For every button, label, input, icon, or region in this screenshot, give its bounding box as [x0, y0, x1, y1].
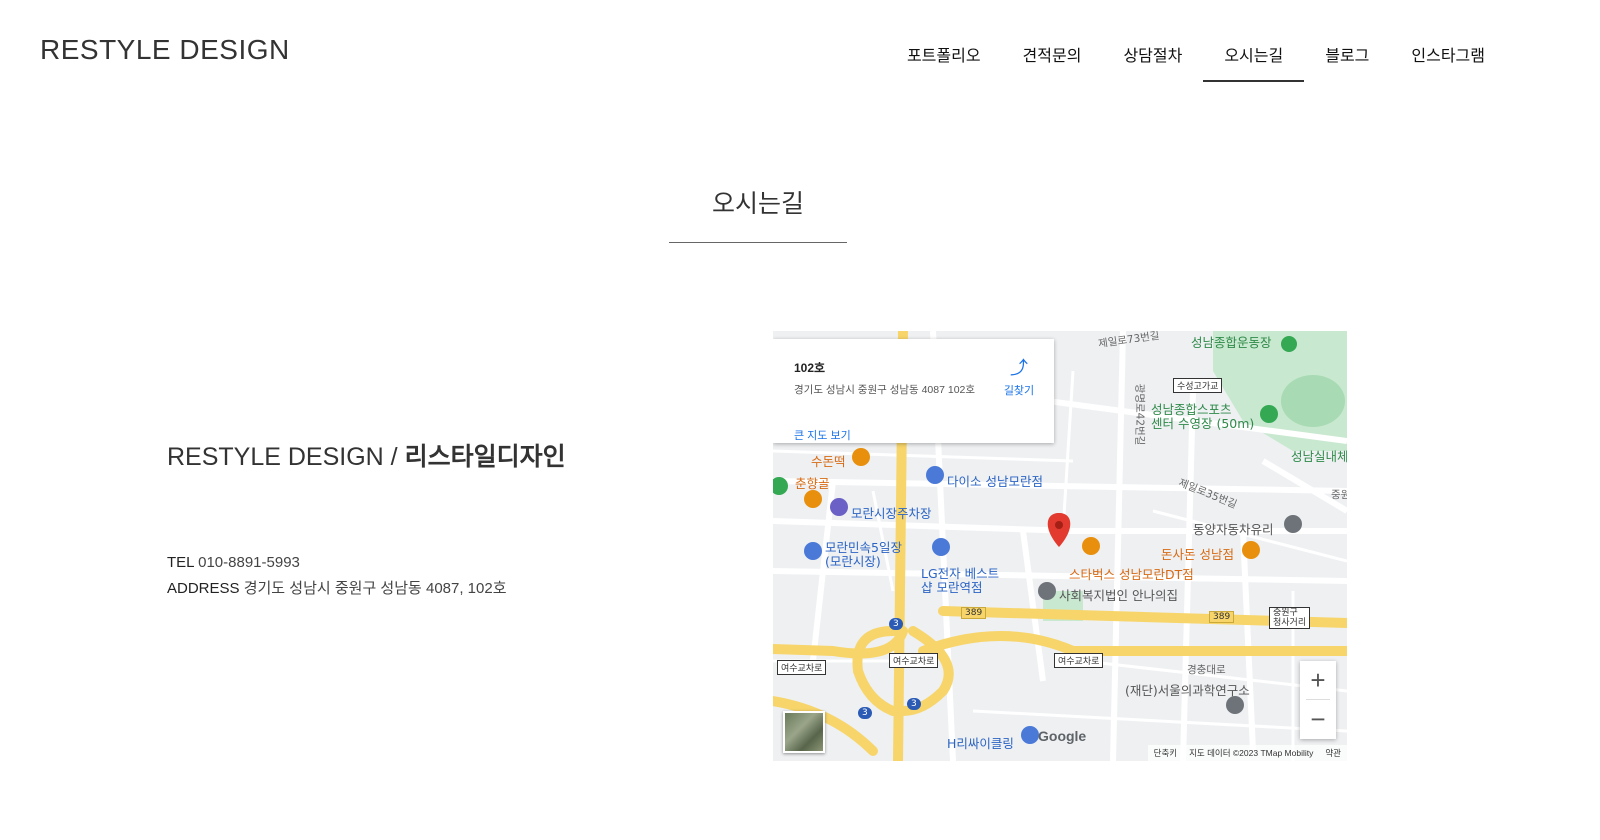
zoom-control: + − [1300, 661, 1336, 739]
map-label-donsadon: 돈사돈 성남점 [1161, 547, 1234, 562]
map-label-starbucks: 스타벅스 성남모란DT점 [1069, 567, 1194, 582]
map-label-box-yeosu2: 여수교차로 [889, 653, 939, 668]
site-logo[interactable]: RESTYLE DESIGN [40, 34, 290, 66]
map-label-institute: (재단)서울의과학연구소 [1125, 683, 1250, 698]
tel-value: 010-8891-5993 [198, 554, 300, 571]
tel-label: TEL [167, 554, 194, 571]
nav-item-blog[interactable]: 블로그 [1304, 38, 1390, 82]
map-data-attribution: 지도 데이터 ©2023 TMap Mobility [1189, 748, 1314, 758]
address-value: 경기도 성남시 중원구 성남동 4087, 102호 [243, 580, 507, 597]
map-label-sports-complex: 성남종합운동장 [1191, 335, 1272, 350]
nav-item-directions[interactable]: 오시는길 [1203, 38, 1305, 82]
directions-icon: ⤴ [1010, 358, 1028, 378]
page-title: 오시는길 [711, 190, 804, 218]
map-label-social: 사회복지법인 안나의집 [1059, 588, 1178, 603]
address-label: ADDRESS [167, 580, 240, 597]
title-divider [669, 242, 847, 243]
nav-item-portfolio[interactable]: 포트폴리오 [886, 38, 1002, 82]
nav-item-consult-process[interactable]: 상담절차 [1102, 38, 1203, 82]
google-map[interactable]: 성남종합운동장 성남종합스포츠 센터 수영장 (50m) 성남실내체 수돈떡 춘… [773, 331, 1347, 761]
map-label-market: 모란민속5일장 (모란시장) [825, 540, 902, 569]
company-name-en: RESTYLE DESIGN / [167, 443, 405, 471]
map-label-box-yeosu1: 여수교차로 [777, 660, 827, 675]
map-label-chunhyang: 춘향골 [795, 476, 830, 491]
info-card-address: 경기도 성남시 중원구 성남동 4087 102호 [794, 384, 976, 396]
directions-label: 길찾기 [1003, 385, 1035, 397]
company-name-ko: 리스타일디자인 [404, 443, 566, 471]
map-label-route-3b: 3 [907, 698, 921, 710]
map-footer: 단축키 지도 데이터 ©2023 TMap Mobility 약관 [1147, 745, 1347, 761]
map-label-route-389b: 389 [1209, 611, 1235, 623]
map-label-indoor: 성남실내체 [1291, 449, 1347, 464]
map-label-parking: 모란시장주차장 [851, 506, 932, 521]
zoom-out-button[interactable]: − [1300, 700, 1336, 738]
address-line: ADDRESS 경기도 성남시 중원구 성남동 4087, 102호 [167, 576, 507, 602]
google-logo: Google [1038, 728, 1087, 744]
map-label-road-42: 광명로42번길 [1133, 383, 1146, 446]
map-label-jungwon: 중원도 [1331, 489, 1347, 501]
map-label-box-jungwon: 중원구 청사거리 [1269, 607, 1311, 629]
map-label-gyeongchung: 경충대로 [1187, 664, 1226, 676]
map-label-pool: 성남종합스포츠 센터 수영장 (50m) [1151, 402, 1255, 431]
map-label-route-3c: 3 [858, 707, 872, 719]
map-info-card: 102호 경기도 성남시 중원구 성남동 4087 102호 큰 지도 보기 ⤴… [773, 339, 1054, 443]
map-label-dongyang: 동양자동차유리 [1193, 522, 1274, 537]
map-label-sudonduk: 수돈떡 [811, 454, 846, 469]
main-nav: 포트폴리오 견적문의 상담절차 오시는길 블로그 인스타그램 [886, 38, 1506, 82]
company-name: RESTYLE DESIGN / 리스타일디자인 [167, 437, 566, 473]
map-label-route-389a: 389 [961, 607, 987, 619]
zoom-in-button[interactable]: + [1300, 661, 1336, 699]
satellite-toggle[interactable] [783, 711, 825, 753]
view-larger-map-link[interactable]: 큰 지도 보기 [794, 427, 851, 443]
terms-link[interactable]: 약관 [1325, 747, 1341, 759]
map-label-box-yeosu3: 여수교차로 [1054, 653, 1104, 668]
map-label-hbike: H리싸이클링 [947, 736, 1014, 751]
keyboard-shortcuts-link[interactable]: 단축키 [1154, 747, 1177, 759]
info-card-title: 102호 [794, 361, 826, 375]
tel-line: TEL 010-8891-5993 [167, 550, 507, 576]
map-label-box-susung: 수성고가교 [1173, 378, 1223, 393]
map-label-route-3a: 3 [889, 618, 903, 630]
nav-item-estimate[interactable]: 견적문의 [1002, 38, 1103, 82]
map-label-lg: LG전자 베스트 샵 모란역점 [921, 566, 1000, 595]
nav-item-instagram[interactable]: 인스타그램 [1390, 38, 1506, 82]
map-label-daiso: 다이소 성남모란점 [947, 474, 1043, 489]
contact-info: TEL 010-8891-5993 ADDRESS 경기도 성남시 중원구 성남… [167, 550, 507, 602]
directions-button[interactable]: ⤴ 길찾기 [997, 357, 1041, 398]
